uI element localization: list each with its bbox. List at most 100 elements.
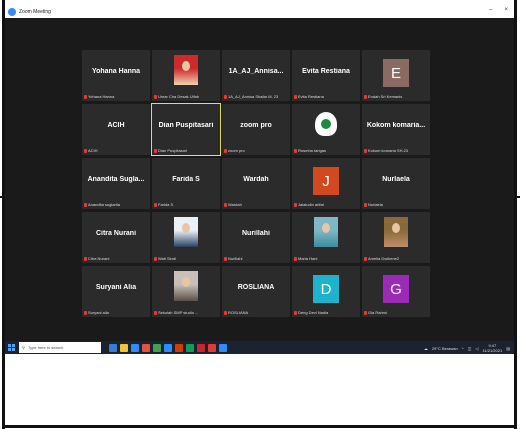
muted-mic-icon	[294, 202, 297, 207]
participant-label: Endah Sri Kemanis	[364, 94, 402, 99]
window-controls: – ×	[489, 7, 508, 13]
participant-tile[interactable]: Yohana Hanna Yohana Hanna	[82, 50, 150, 101]
participant-tile[interactable]: Anandita Sugla... Anandita sugiartia	[82, 158, 150, 209]
participant-label: Maria Hani	[294, 256, 317, 261]
minimize-button[interactable]: –	[489, 7, 492, 13]
participant-label: Yohana Hanna	[84, 94, 114, 99]
participant-name-label: Wati Sindi	[158, 256, 176, 261]
participant-display-name: Evita Restiana	[302, 68, 350, 75]
participant-tile[interactable]: Evita Restiana Evita Restiana	[292, 50, 360, 101]
participant-label: ROSLIANA	[224, 310, 248, 315]
participant-label: 1A_AJ_Annisa Shafar M. 23	[224, 94, 278, 99]
participant-tile[interactable]: Amelia Dwihene2	[362, 212, 430, 263]
pinned-app-icon[interactable]	[164, 343, 172, 352]
pinned-app-icon[interactable]	[186, 343, 194, 352]
school-logo-icon	[315, 112, 337, 136]
participant-name-label: Maria Hani	[298, 256, 318, 261]
participant-name-label: Sekolah SMP studio ...	[158, 310, 199, 315]
muted-mic-icon	[364, 310, 367, 315]
pinned-app-icon[interactable]	[175, 343, 183, 352]
participant-tile[interactable]: Wardah Wardah	[222, 158, 290, 209]
participant-display-name: ROSLIANA	[237, 284, 275, 291]
muted-mic-icon	[294, 256, 297, 261]
pinned-apps	[109, 343, 227, 352]
participant-name-label: Deng Devi Nadia	[298, 310, 329, 315]
pinned-app-icon[interactable]	[197, 343, 205, 352]
face-shape	[182, 277, 190, 287]
pinned-app-icon[interactable]	[219, 343, 227, 352]
avatar-initial: J	[313, 167, 339, 195]
participant-tile[interactable]: G Gia Rahmi	[362, 266, 430, 317]
participant-tile[interactable]: Nurillahi Nurillahi	[222, 212, 290, 263]
pinned-app-icon[interactable]	[153, 343, 161, 352]
notification-icon[interactable]: ▤	[506, 346, 510, 351]
participant-tile[interactable]: Rosmha tarigas	[292, 104, 360, 155]
muted-mic-icon	[364, 202, 367, 207]
participant-name-label: Endah Sri Kemanis	[368, 94, 403, 99]
participant-name-label: Farida S	[158, 202, 174, 207]
participant-label: Kokom komaria SH.23	[364, 148, 408, 153]
participant-tile[interactable]: E Endah Sri Kemanis	[362, 50, 430, 101]
participant-label: Wati Sindi	[154, 256, 176, 261]
clock[interactable]: 9:47 11/21/2021	[482, 343, 502, 353]
search-icon: ⚲	[22, 345, 25, 350]
participant-tile[interactable]: J Jalaludin arifat	[292, 158, 360, 209]
participant-tile[interactable]: Maria Hani	[292, 212, 360, 263]
participant-tile[interactable]: Citra Nurani Citra Nurani	[82, 212, 150, 263]
participant-tile[interactable]: Kokom komaria... Kokom komaria SH.23	[362, 104, 430, 155]
participant-tile[interactable]: Farida S Farida S	[152, 158, 220, 209]
participant-name-label: 1A_AJ_Annisa Shafar M. 23	[228, 94, 279, 99]
participant-tile[interactable]: Suryani Alia Suryani alia	[82, 266, 150, 317]
muted-mic-icon	[364, 94, 367, 99]
participant-tile[interactable]: 1A_AJ_Annisa... 1A_AJ_Annisa Shafar M. 23	[222, 50, 290, 101]
participant-photo	[174, 217, 198, 247]
taskbar-search-input[interactable]: ⚲ Type here to search	[19, 342, 101, 353]
muted-mic-icon	[84, 202, 87, 207]
muted-mic-icon	[364, 256, 367, 261]
participant-label: Jalaludin arifat	[294, 202, 324, 207]
participant-name-label: Kokom komaria SH.23	[368, 148, 409, 153]
chevron-up-icon[interactable]: ^	[462, 346, 464, 351]
participant-tile[interactable]: Nurlaela Nurlaela	[362, 158, 430, 209]
participant-label: zoom pro	[224, 148, 245, 153]
participant-tile[interactable]: Sekolah SMP studio ...	[152, 266, 220, 317]
participant-name-label: ACIH	[88, 148, 98, 153]
face-shape	[182, 223, 190, 233]
pinned-app-icon[interactable]	[142, 343, 150, 352]
participant-tile[interactable]: Wati Sindi	[152, 212, 220, 263]
network-icon[interactable]: ◫	[468, 346, 472, 351]
volume-icon[interactable]: ◁	[475, 346, 478, 351]
weather-text: 29°C Berawan	[431, 345, 458, 351]
participant-label: Nurillahi	[224, 256, 242, 261]
windows-logo-icon	[7, 344, 15, 351]
muted-mic-icon	[84, 148, 87, 153]
participant-display-name: Dian Puspitasari	[158, 122, 214, 129]
participant-name-label: Citra Nurani	[88, 256, 110, 261]
pinned-app-icon[interactable]	[131, 343, 139, 352]
participant-label: Suryani alia	[84, 310, 109, 315]
pinned-app-icon[interactable]	[120, 343, 128, 352]
pinned-app-icon[interactable]	[208, 343, 216, 352]
participant-tile[interactable]: Dian Puspitasari Dian Puspitasari	[151, 103, 221, 156]
participant-label: ACIH	[84, 148, 98, 153]
participant-label: Sekolah SMP studio ...	[154, 310, 198, 315]
pinned-app-icon[interactable]	[109, 343, 117, 352]
search-placeholder: Type here to search	[27, 345, 64, 350]
participant-tile[interactable]: ROSLIANA ROSLIANA	[222, 266, 290, 317]
start-button[interactable]	[5, 341, 17, 354]
close-button[interactable]: ×	[504, 7, 508, 13]
participant-photo	[174, 271, 198, 301]
participant-name-label: ROSLIANA	[228, 310, 249, 315]
participant-tile[interactable]: D Deng Devi Nadia	[292, 266, 360, 317]
participant-name-label: Wardah	[228, 202, 242, 207]
participant-name-label: Rosmha tarigas	[298, 148, 327, 153]
window-title: Zoom Meeting	[19, 8, 51, 15]
participant-label: Farida S	[154, 202, 173, 207]
participant-name-label: Gia Rahmi	[368, 310, 387, 315]
participant-tile[interactable]: Umar Cha Desak Ulfah	[152, 50, 220, 101]
participant-label: Deng Devi Nadia	[294, 310, 328, 315]
participant-display-name: ACIH	[107, 122, 125, 129]
participant-tile[interactable]: ACIH ACIH	[82, 104, 150, 155]
avatar-initial: E	[383, 59, 409, 87]
participant-tile[interactable]: zoom pro zoom pro	[222, 104, 290, 155]
